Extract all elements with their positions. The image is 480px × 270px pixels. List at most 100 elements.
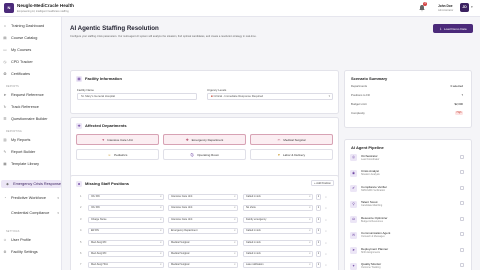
quantity-stepper[interactable]: 1 (316, 228, 321, 235)
track-icon: ↻ (3, 105, 7, 109)
sidebar-item-emergency-crisis-response[interactable]: ◆ Emergency Crisis Response (1, 180, 61, 188)
delete-row-icon[interactable]: × (325, 252, 327, 256)
sidebar-item-questionnaire-builder[interactable]: ☰ Questionnaire Builder (3, 115, 59, 123)
chevron-down-icon[interactable]: ▾ (471, 5, 473, 9)
pipeline-item-checkbox[interactable] (460, 201, 464, 205)
clock-icon: ◷ (3, 60, 7, 64)
sidebar-item-certificates[interactable]: ✪ Certificates (3, 70, 59, 78)
reason-select[interactable]: Called in sick ▾ (243, 228, 313, 235)
quantity-stepper[interactable]: 1 (316, 205, 321, 212)
predict-icon: ◔ (3, 196, 7, 200)
delete-row-icon[interactable]: × (325, 195, 327, 199)
role-select[interactable]: Med-Surg RN ▾ (88, 239, 164, 246)
urgency-select[interactable]: ■ Critical - Immediate Response Required… (207, 93, 333, 100)
department-select[interactable]: Intensive Care Unit ▾ (168, 216, 238, 223)
baby-icon: ☺ (107, 152, 112, 157)
pipeline-item[interactable]: ✔ Compliance Verifier NMC/GMC Verification (350, 184, 464, 195)
pipeline-item[interactable]: ✉ Communication Agent Outreach & Messages (350, 231, 464, 242)
sidebar-item-template-library[interactable]: ▦ Template Library (3, 160, 59, 168)
delete-row-icon[interactable]: × (325, 229, 327, 233)
avatar[interactable]: JD (460, 3, 469, 12)
department-select[interactable]: Medical Surgical ▾ (168, 262, 238, 269)
pipeline-item[interactable]: ◉ Crisis Analyst Situation Analysis (350, 169, 464, 180)
add-position-button[interactable]: + Add Position (311, 180, 334, 186)
reason-select[interactable]: Called in sick ▾ (243, 251, 313, 257)
dept-medical-surgical[interactable]: ✂ Medical Surgical (250, 134, 333, 145)
pipeline-item[interactable]: ◎ Orchestrator Lead Coordinator (350, 153, 464, 164)
sidebar-item-course-catalog[interactable]: ▤ Course Catalog (3, 34, 59, 42)
quantity-stepper[interactable]: 1 (316, 239, 321, 246)
load-demo-data-button[interactable]: ⇩ Load Demo Data (433, 24, 473, 33)
role-select-text: Med-Surg RN (91, 252, 107, 255)
role-select[interactable]: ICU RN ▾ (88, 205, 164, 212)
sidebar-item-report-builder[interactable]: ✎ Report Builder (3, 148, 59, 156)
sidebar-item-label: Request Reference (11, 93, 44, 97)
sidebar-item-training-dashboard[interactable]: ⌂ Training Dashboard (3, 22, 59, 30)
sidebar-item-request-reference[interactable]: ➤ Request Reference (3, 91, 59, 99)
pipeline-item-checkbox[interactable] (460, 247, 464, 252)
role-select[interactable]: Charge Nurse ▾ (88, 216, 164, 223)
sidebar-item-user-profile[interactable]: ☺ User Profile (3, 236, 59, 244)
quantity-stepper[interactable]: 1 (316, 251, 321, 257)
reason-select[interactable]: Family emergency ▾ (243, 216, 313, 223)
department-select[interactable]: Emergency Department ▾ (168, 228, 238, 235)
summary-label: Departments (351, 84, 368, 88)
sidebar-item-cpd-tracker[interactable]: ◷ CPD Tracker (3, 58, 59, 66)
sidebar-item-predictive-workforce[interactable]: ◔ Predictive Workforce ▾ (3, 194, 59, 202)
quantity-stepper[interactable]: 1 (316, 216, 321, 223)
pipeline-item-checkbox[interactable] (460, 216, 464, 221)
role-select-text: ICU RN (91, 195, 100, 198)
dept-operating-room[interactable]: ⛑ Operating Room (163, 149, 246, 160)
reason-select[interactable]: Called in sick ▾ (243, 239, 313, 246)
role-select[interactable]: ICU RN ▾ (88, 194, 164, 200)
orchestrator-icon: ◎ (350, 154, 357, 161)
role-select[interactable]: Med-Surg RN ▾ (88, 251, 164, 257)
summary-row-positions: Positions to Fill 7 (351, 93, 463, 99)
delete-row-icon[interactable]: × (325, 218, 327, 222)
role-select[interactable]: ER RN ▾ (88, 228, 164, 235)
department-select[interactable]: Intensive Care Unit ▾ (168, 194, 238, 200)
facility-name-input[interactable]: St. Mary's General Hospital (77, 93, 197, 100)
pipeline-item[interactable]: ✦ Quality Monitor Outcome Tracking (350, 262, 464, 270)
chevron-down-icon: ▾ (57, 211, 59, 215)
brand-logo: N (4, 3, 14, 13)
summary-row-complexity: Complexity High (351, 110, 463, 117)
quantity-stepper[interactable]: 1 (316, 194, 321, 200)
pipeline-item-checkbox[interactable] (460, 170, 464, 174)
pipeline-item[interactable]: ⚲ Talent Scout Candidate Matching (350, 200, 464, 211)
sidebar-item-track-reference[interactable]: ↻ Track Reference (3, 103, 59, 111)
reason-select[interactable]: No show ▾ (243, 205, 313, 212)
dept-emergency-department[interactable]: ✚ Emergency Department (163, 134, 246, 145)
pipeline-item-checkbox[interactable] (460, 154, 464, 159)
sidebar-item-facility-settings[interactable]: ⚙ Facility Settings (3, 248, 59, 256)
sidebar-item-credential-compliance[interactable]: ⛨Credential Compliance▾ (3, 209, 59, 217)
dept-pediatrics[interactable]: ☺ Pediatrics (76, 149, 159, 160)
pipeline-item-checkbox[interactable] (460, 232, 464, 236)
department-select[interactable]: Intensive Care Unit ▾ (168, 205, 238, 212)
department-select[interactable]: Medical Surgical ▾ (168, 251, 238, 257)
alert-icon: ◆ (6, 182, 9, 186)
pipeline-item-checkbox[interactable] (460, 185, 464, 190)
sidebar-section-reporting: REPORTING (6, 130, 22, 133)
role-select[interactable]: Med-Surg HCA ▾ (88, 262, 164, 269)
bell-icon[interactable]: 3 (418, 2, 427, 12)
delete-row-icon[interactable]: × (325, 206, 327, 210)
reason-select[interactable]: Called in sick ▾ (243, 194, 313, 200)
dept-intensive-care-unit[interactable]: ♥ Intensive Care Unit (76, 134, 159, 145)
compliance-icon: ✔ (350, 185, 357, 192)
chevron-down-icon: ▾ (309, 229, 311, 233)
pipeline-item[interactable]: ➤ Deployment Planner Shift Assignments (350, 246, 464, 257)
sidebar-item-my-reports[interactable]: ▥ My Reports (3, 136, 59, 144)
pipeline-item-checkbox[interactable] (460, 263, 464, 267)
home-icon: ⌂ (3, 24, 7, 28)
sidebar-item-my-courses[interactable]: ▭ My Courses (3, 46, 59, 54)
department-select[interactable]: Medical Surgical ▾ (168, 239, 238, 246)
delete-row-icon[interactable]: × (325, 263, 327, 267)
dept-labor-delivery[interactable]: ♥ Labor & Delivery (250, 149, 333, 160)
pipeline-item[interactable]: ⚖ Resource Optimizer Budget & Resources (350, 215, 464, 226)
pipeline-item-subtitle: Outcome Tracking (361, 266, 381, 269)
quantity-stepper[interactable]: 1 (316, 262, 321, 269)
delete-row-icon[interactable]: × (325, 241, 327, 245)
chevron-down-icon: ▾ (234, 240, 236, 244)
reason-select[interactable]: Late notification ▾ (243, 262, 313, 269)
